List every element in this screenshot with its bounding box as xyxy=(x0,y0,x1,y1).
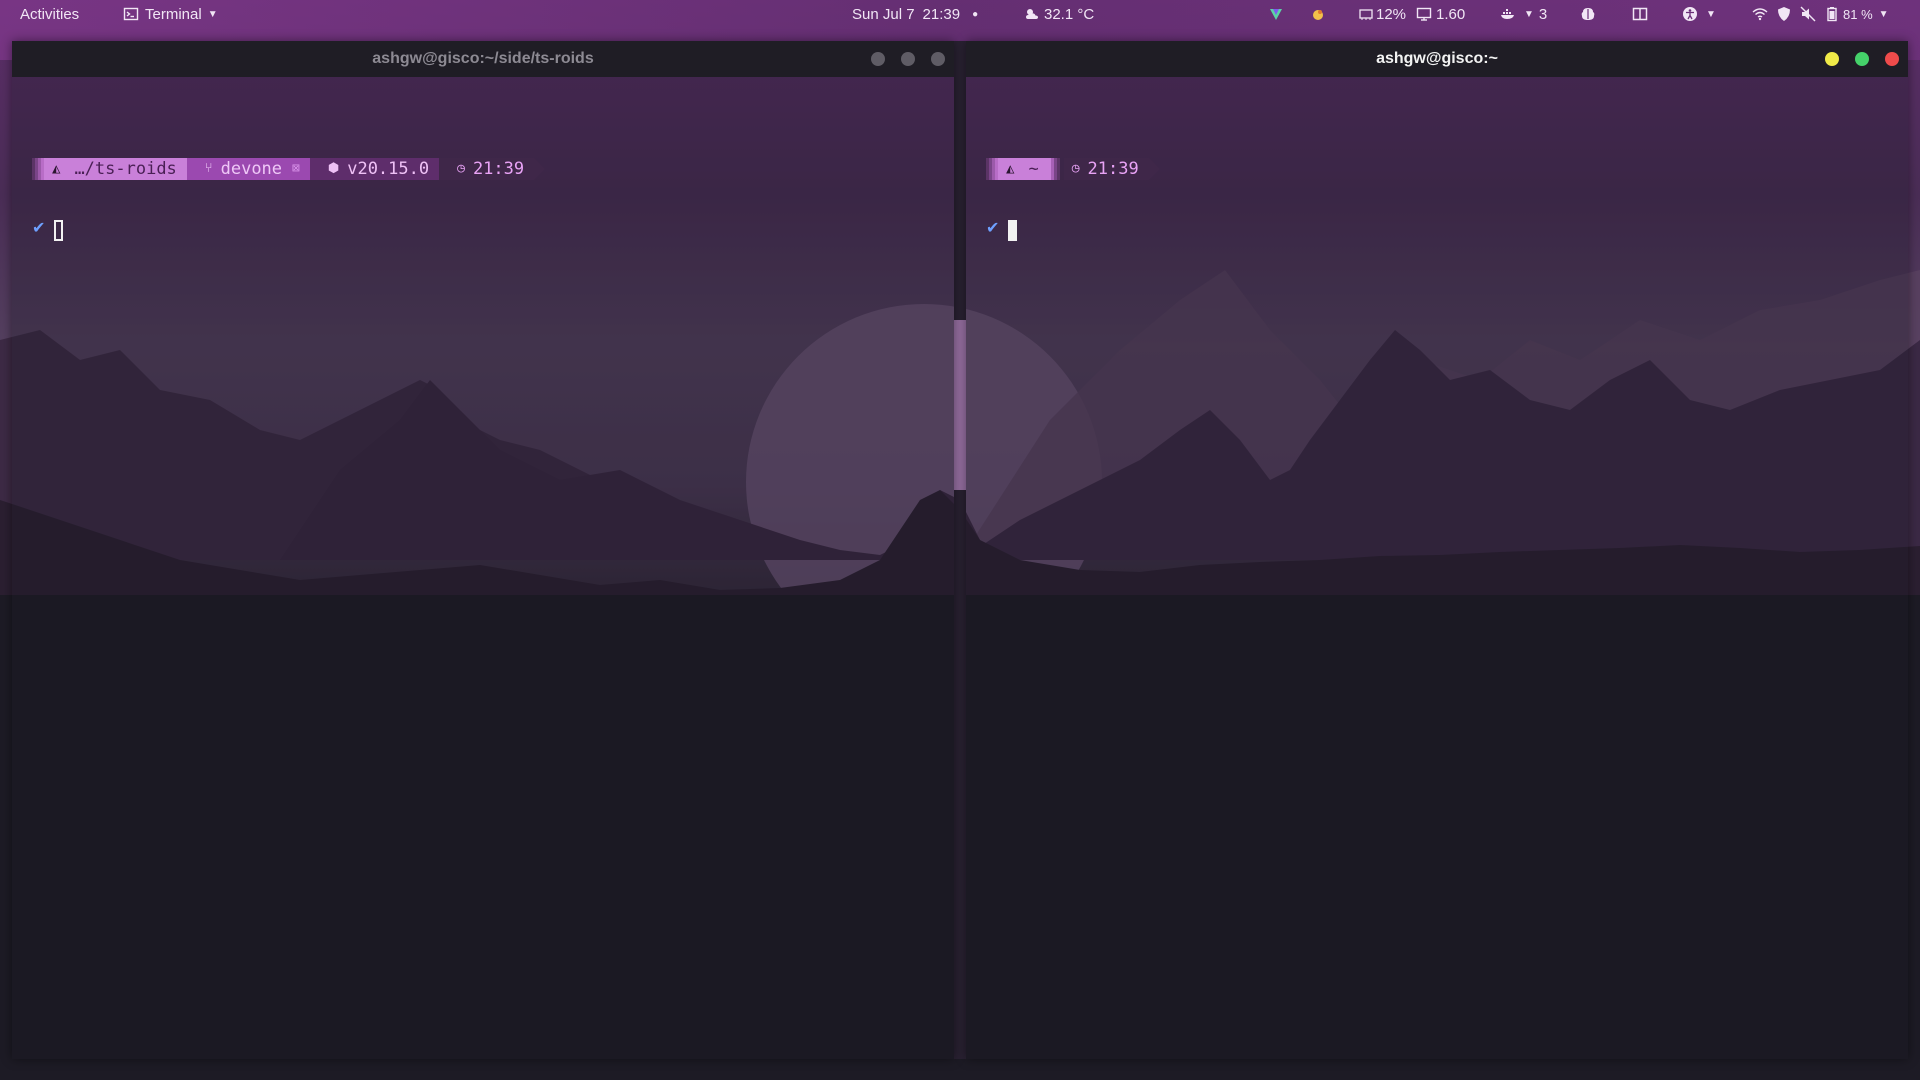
window-title: ashgw@gisco:~ xyxy=(1376,50,1498,67)
prompt-trailing-cap xyxy=(1050,158,1060,180)
prompt-os-segment: ◭ xyxy=(998,158,1023,180)
system-monitor[interactable]: 12% 1.60 xyxy=(1358,0,1465,28)
prompt-node-version: v20.15.0 xyxy=(347,159,430,179)
shield-icon xyxy=(1776,6,1792,22)
cpu-text: 12% xyxy=(1376,5,1407,23)
weather-indicator[interactable]: 32.1 °C xyxy=(1024,0,1094,28)
terminal-window-right[interactable]: ashgw@gisco:~ ◭ ~ ◷ 21:39 ✔ xyxy=(966,41,1908,1059)
notification-dot-icon: ● xyxy=(972,8,979,20)
linux-icon: ◭ xyxy=(1006,161,1015,177)
window-controls xyxy=(1825,52,1899,66)
close-button[interactable] xyxy=(1885,52,1899,66)
extension-indicator-2[interactable] xyxy=(1580,0,1596,28)
prompt-os-segment: ◭ xyxy=(44,158,69,180)
prompt-dir: …/ts-roids xyxy=(74,159,177,179)
load-text: 1.60 xyxy=(1436,5,1466,23)
battery-text: 81 % xyxy=(1843,6,1873,22)
date-text: Sun Jul 7 xyxy=(852,5,915,23)
prompt-time: 21:39 xyxy=(472,159,525,179)
battery-icon xyxy=(1824,6,1840,22)
prompt-time-segment: ◷ 21:39 xyxy=(439,158,535,180)
shell-prompt: ◭ ~ ◷ 21:39 xyxy=(986,158,1160,180)
prompt-dir-segment: …/ts-roids xyxy=(68,158,187,180)
extension-indicator[interactable] xyxy=(1310,0,1326,28)
docker-icon xyxy=(1500,6,1516,22)
monitor-icon xyxy=(1416,6,1432,22)
prompt-node-segment: ⬢ v20.15.0 xyxy=(309,158,440,180)
time-text: 21:39 xyxy=(922,5,961,23)
docker-indicator[interactable]: ▼ 3 xyxy=(1500,0,1547,28)
minimize-button[interactable] xyxy=(1825,52,1839,66)
app-menu-label: Terminal xyxy=(145,5,202,23)
app-menu-terminal[interactable]: Terminal ▼ xyxy=(123,0,218,28)
prompt-git-branch: devone xyxy=(220,159,283,179)
prompt-git-segment: ⑂ devone ⊠ xyxy=(186,158,310,180)
window-title: ashgw@gisco:~/side/ts-roids xyxy=(372,50,594,67)
close-button[interactable] xyxy=(931,52,945,66)
prompt-dir: ~ xyxy=(1028,159,1039,179)
maximize-button[interactable] xyxy=(901,52,915,66)
minimize-button[interactable] xyxy=(871,52,885,66)
prompt-end-cap xyxy=(534,158,546,180)
top-bar: Activities Terminal ▼ Sun Jul 7 21:39 ● … xyxy=(0,0,1920,28)
split-view-icon xyxy=(1632,6,1648,22)
window-controls xyxy=(871,52,945,66)
terminal-body[interactable]: ◭ …/ts-roids ⑂ devone ⊠ ⬢ v20.15.0 ◷ 21:… xyxy=(12,77,954,1059)
tiling-toggle[interactable] xyxy=(1632,0,1648,28)
wifi-icon xyxy=(1752,6,1768,22)
git-status-icon: ⊠ xyxy=(292,161,300,176)
prompt-leading-cap xyxy=(32,158,44,180)
chevron-down-icon: ▼ xyxy=(1706,8,1716,20)
status-check-icon: ✔ xyxy=(32,218,46,237)
terminal-cursor xyxy=(54,220,63,241)
terminal-cursor xyxy=(1008,220,1017,241)
docker-count: 3 xyxy=(1538,5,1548,23)
chevron-down-icon: ▼ xyxy=(207,8,218,20)
temperature-text: 32.1 °C xyxy=(1044,5,1095,23)
git-branch-icon: ⑂ xyxy=(204,161,213,176)
accessibility-icon xyxy=(1682,6,1698,22)
prompt-time-segment: ◷ 21:39 xyxy=(1063,158,1149,180)
cloud-sun-icon xyxy=(1024,6,1040,22)
cpu-icon xyxy=(1358,6,1374,22)
clock-icon: ◷ xyxy=(457,161,465,176)
shell-prompt: ◭ …/ts-roids ⑂ devone ⊠ ⬢ v20.15.0 ◷ 21:… xyxy=(32,158,546,180)
status-check-icon: ✔ xyxy=(986,218,1000,237)
coffee-icon xyxy=(1310,6,1326,22)
window-titlebar[interactable]: ashgw@gisco:~/side/ts-roids xyxy=(12,41,954,77)
clock-icon: ◷ xyxy=(1071,161,1080,176)
chevron-down-icon: ▼ xyxy=(1878,8,1889,20)
terminal-body[interactable]: ◭ ~ ◷ 21:39 ✔ xyxy=(966,77,1908,1059)
clock-button[interactable]: Sun Jul 7 21:39 ● xyxy=(852,0,978,28)
chevron-down-icon: ▼ xyxy=(1524,8,1534,20)
speaker-muted-icon xyxy=(1800,6,1816,22)
vpn-indicator[interactable] xyxy=(1268,0,1284,28)
maximize-button[interactable] xyxy=(1855,52,1869,66)
nodejs-icon: ⬢ xyxy=(327,161,340,176)
prompt-dir-segment: ~ xyxy=(1022,158,1051,180)
brain-icon xyxy=(1580,6,1596,22)
terminal-icon xyxy=(123,6,139,22)
proton-vpn-icon xyxy=(1268,6,1284,22)
accessibility-menu[interactable]: ▼ xyxy=(1682,0,1716,28)
system-menu[interactable]: 81 % ▼ xyxy=(1752,0,1889,28)
prompt-time: 21:39 xyxy=(1087,159,1139,179)
activities-button[interactable]: Activities xyxy=(20,0,79,28)
linux-icon: ◭ xyxy=(52,161,61,177)
activities-label: Activities xyxy=(20,5,80,23)
window-titlebar[interactable]: ashgw@gisco:~ xyxy=(966,41,1908,77)
terminal-window-left[interactable]: ashgw@gisco:~/side/ts-roids ◭ …/ts-roids… xyxy=(12,41,954,1059)
prompt-leading-cap xyxy=(986,158,998,180)
prompt-end-cap xyxy=(1148,158,1160,180)
